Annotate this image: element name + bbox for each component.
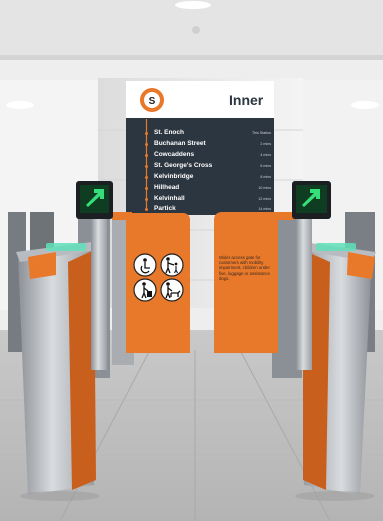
right-indicator-post bbox=[296, 210, 312, 370]
stop-time: 8 mins bbox=[260, 175, 271, 179]
stop-name: St. Enoch bbox=[154, 129, 184, 136]
stop-name: Buchanan Street bbox=[154, 140, 206, 147]
stop-name: Kelvinhall bbox=[154, 195, 185, 202]
stop-name: Cowcaddens bbox=[154, 151, 195, 158]
subway-logo-letter: S bbox=[148, 96, 156, 107]
person-with-luggage-pictogram bbox=[133, 278, 157, 302]
ceiling-detector bbox=[192, 26, 200, 34]
stop-time: 10 mins bbox=[258, 186, 271, 190]
stop-time: 12 mins bbox=[258, 197, 271, 201]
person-with-assistance-dog-pictogram bbox=[160, 278, 184, 302]
direction-label: Inner bbox=[229, 92, 264, 108]
subway-ticket-gate-scene: S Inner St. Enoch This Station Buchanan … bbox=[0, 0, 383, 521]
stop-time: 4 mins bbox=[260, 153, 271, 157]
wall-light-left bbox=[6, 101, 34, 109]
right-reader-glow bbox=[316, 243, 356, 251]
left-indicator-post bbox=[91, 210, 107, 370]
wall-light-right bbox=[351, 101, 379, 109]
stop-name: Kelvinbridge bbox=[154, 173, 194, 180]
stop-time: 2 mins bbox=[260, 142, 271, 146]
stop-time: 6 mins bbox=[260, 164, 271, 168]
stop-name: Partick bbox=[154, 205, 176, 212]
stop-time: This Station bbox=[252, 131, 271, 135]
stop-time: 14 mins bbox=[258, 207, 271, 211]
scene-drawing bbox=[0, 0, 383, 521]
left-reader-glow bbox=[46, 243, 86, 251]
stop-name: Hillhead bbox=[154, 184, 180, 191]
ceiling-light bbox=[175, 1, 211, 9]
stop-name: St. George's Cross bbox=[154, 162, 213, 169]
right-access-paddle bbox=[214, 212, 278, 353]
wider-access-gate-notice: Wider access gate for customers with mob… bbox=[219, 255, 270, 281]
